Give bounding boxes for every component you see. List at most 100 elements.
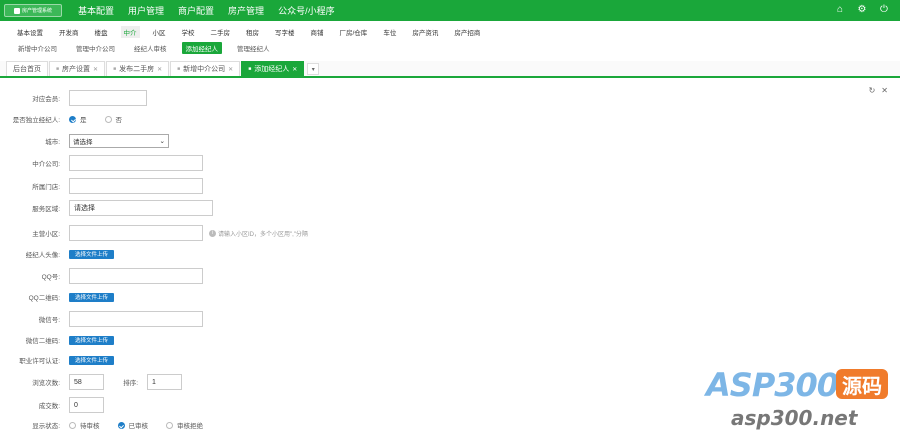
independent-yes-radio[interactable]: [69, 115, 76, 123]
main-nav-item-merchant-config[interactable]: 商户配置: [178, 4, 214, 17]
form-row-company: 中介公司:: [0, 155, 600, 171]
tab-add-agent[interactable]: ■ 添加经纪人 ✕: [241, 61, 305, 76]
sub-nav-item-basic-settings[interactable]: 基本设置: [14, 26, 46, 38]
logo[interactable]: 房产管理系统: [4, 4, 62, 17]
community-input[interactable]: [69, 225, 203, 241]
sub-nav-item-agency[interactable]: 中介: [120, 25, 140, 38]
store-input[interactable]: [69, 178, 203, 194]
tab-property-settings[interactable]: ■ 房产设置 ✕: [49, 61, 106, 76]
top-bar: 房产管理系统 基本配置 用户管理 商户配置 房产管理 公众号/小程序 ⌂ ⚙ ⏻: [0, 0, 900, 21]
home-icon[interactable]: ⌂: [834, 4, 846, 16]
main-nav-item-property-management[interactable]: 房产管理: [228, 4, 264, 17]
city-select[interactable]: 请选择 ⌄: [69, 134, 169, 148]
third-nav-item-manage-agent[interactable]: 管理经纪人: [233, 42, 274, 54]
main-nav: 基本配置 用户管理 商户配置 房产管理 公众号/小程序: [78, 4, 349, 17]
independent-label: 是否独立经纪人:: [12, 117, 60, 124]
watermark: ASP300 源码 asp300.net: [706, 366, 896, 434]
status-approved-label: 已审核: [128, 423, 149, 430]
third-nav-item-manage-company[interactable]: 管理中介公司: [72, 42, 119, 54]
page-controls: ↻ ✕: [869, 86, 888, 95]
third-nav-item-add-agent[interactable]: 添加经纪人: [181, 42, 222, 54]
license-label: 职业许可认证:: [19, 358, 60, 365]
close-icon[interactable]: ✕: [881, 86, 888, 95]
sub-nav-item-factory[interactable]: 厂房/仓库: [337, 26, 371, 38]
close-icon[interactable]: ✕: [157, 66, 162, 73]
independent-no-radio[interactable]: [104, 115, 112, 123]
form-row-wechat: 微信号:: [0, 311, 600, 327]
tab-dot-icon: ■: [113, 66, 117, 72]
main-nav-item-user-management[interactable]: 用户管理: [128, 4, 164, 17]
close-icon[interactable]: ✕: [228, 66, 233, 73]
close-icon[interactable]: ✕: [292, 66, 297, 73]
status-pending-radio[interactable]: [69, 421, 76, 429]
tab-dot-icon: ■: [56, 66, 60, 72]
sub-nav-item-rental[interactable]: 租房: [243, 26, 262, 38]
wechat-input[interactable]: [69, 311, 203, 327]
sub-nav-item-news[interactable]: 房产资讯: [409, 26, 441, 38]
store-label: 所属门店:: [32, 184, 60, 191]
deals-input[interactable]: 0: [69, 397, 104, 413]
community-hint-text: 请输入小区ID，多个小区用","分隔: [218, 231, 308, 238]
sub-nav: 基本设置 开发商 楼盘 中介 小区 学校 二手房 租房 写字楼 商铺 厂房/仓库…: [0, 25, 900, 38]
sub-nav-item-investment[interactable]: 房产招商: [451, 26, 483, 38]
sub-nav-item-parking[interactable]: 车位: [380, 26, 399, 38]
refresh-icon[interactable]: ↻: [869, 86, 876, 95]
main-nav-item-basic-config[interactable]: 基本配置: [78, 4, 114, 17]
form-row-qq-qr: QQ二维码: 选择文件上传: [0, 292, 600, 302]
tab-label: 发布二手房: [119, 66, 155, 73]
views-input[interactable]: 58: [69, 374, 104, 390]
qq-qr-label: QQ二维码:: [28, 295, 60, 302]
status-approved-radio[interactable]: [117, 421, 125, 429]
form-row-wechat-qr: 微信二维码: 选择文件上传: [0, 335, 600, 345]
status-rejected-radio[interactable]: [166, 421, 173, 429]
qq-input[interactable]: [69, 268, 203, 284]
member-input[interactable]: [69, 90, 147, 106]
independent-radio-group: 是 否: [69, 114, 136, 124]
license-upload-button[interactable]: 选择文件上传: [69, 355, 115, 365]
power-icon[interactable]: ⏻: [878, 4, 890, 16]
sub-nav-item-developer[interactable]: 开发商: [56, 26, 82, 38]
info-icon: i: [209, 229, 216, 237]
sub-nav-item-community[interactable]: 小区: [150, 26, 169, 38]
logo-icon: [13, 7, 20, 14]
tab-add-company[interactable]: ■ 新增中介公司 ✕: [170, 61, 241, 76]
top-icons: ⌂ ⚙ ⏻: [834, 4, 890, 16]
status-rejected-label: 审核拒绝: [177, 423, 203, 430]
qq-qr-upload-button[interactable]: 选择文件上传: [69, 292, 115, 302]
close-icon[interactable]: ✕: [93, 66, 98, 73]
wechat-qr-label: 微信二维码:: [25, 338, 60, 345]
company-input[interactable]: [69, 155, 203, 171]
tab-dot-icon: ■: [248, 66, 252, 72]
third-nav-item-agent-review[interactable]: 经纪人审核: [130, 42, 171, 54]
third-nav-item-add-company[interactable]: 新增中介公司: [14, 42, 61, 54]
sub-nav-item-school[interactable]: 学校: [179, 26, 198, 38]
tab-label: 后台首页: [13, 66, 41, 73]
form-row-member: 对应会员:: [0, 90, 600, 106]
sub-nav-item-building[interactable]: 楼盘: [92, 26, 111, 38]
form-row-area: 服务区域: 请选择: [0, 200, 600, 216]
sub-nav-item-shop[interactable]: 商铺: [308, 26, 327, 38]
area-input[interactable]: 请选择: [69, 200, 213, 216]
area-label: 服务区域:: [32, 206, 60, 213]
main-nav-item-official-account[interactable]: 公众号/小程序: [278, 4, 335, 17]
member-label: 对应会员:: [32, 96, 60, 103]
deals-label: 成交数:: [38, 403, 60, 410]
independent-no-label: 否: [115, 117, 123, 124]
wechat-qr-upload-button[interactable]: 选择文件上传: [69, 335, 115, 345]
wechat-label: 微信号:: [38, 317, 60, 324]
form-row-independent: 是否独立经纪人: 是 否: [0, 114, 600, 124]
form-row-avatar: 经纪人头像: 选择文件上传: [0, 249, 600, 259]
avatar-upload-button[interactable]: 选择文件上传: [69, 249, 115, 259]
status-label: 显示状态:: [32, 423, 60, 430]
qq-label: QQ号:: [41, 274, 60, 281]
tab-publish-second-hand[interactable]: ■ 发布二手房 ✕: [106, 61, 170, 76]
sub-nav-item-second-hand[interactable]: 二手房: [208, 26, 234, 38]
gear-icon[interactable]: ⚙: [856, 4, 868, 16]
tab-home[interactable]: 后台首页: [6, 61, 48, 76]
watermark-brand: ASP300: [706, 366, 839, 404]
tab-dropdown-icon[interactable]: ▾: [307, 63, 320, 75]
views-label: 浏览次数:: [32, 380, 60, 387]
tab-bar: 后台首页 ■ 房产设置 ✕ ■ 发布二手房 ✕ ■ 新增中介公司 ✕ ■ 添加经…: [0, 61, 900, 78]
sub-nav-item-office[interactable]: 写字楼: [272, 26, 298, 38]
sort-input[interactable]: 1: [147, 374, 182, 390]
